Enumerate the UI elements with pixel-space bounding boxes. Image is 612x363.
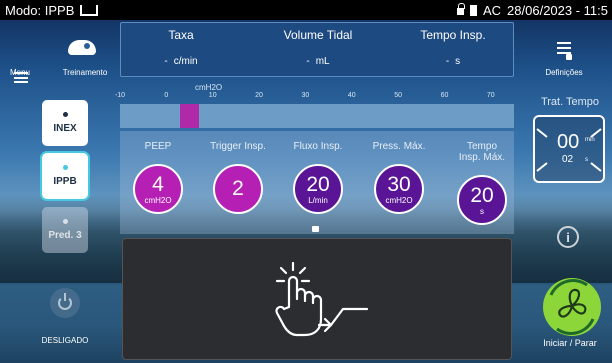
status-bar: Modo: IPPB AC 28/06/2023 - 11:5 (0, 0, 612, 20)
fan-icon (543, 278, 601, 336)
info-button[interactable]: i (557, 226, 579, 248)
scale-tick-label: 10 (208, 92, 217, 99)
mode-button-inex[interactable]: INEX (42, 100, 88, 146)
mode-button-pred3[interactable]: Pred. 3 (42, 207, 88, 253)
parameter-value: 20 (306, 172, 330, 196)
parameter-0: PEEP 4 cmH2O (118, 131, 198, 231)
pressure-scale: -10 0 10 20 30 40 50 60 70 (115, 92, 514, 102)
parameter-value: 30 (387, 172, 411, 196)
gesture-panel[interactable] (122, 238, 512, 360)
scale-tick-label: -10 (114, 92, 126, 99)
info-icon: i (566, 229, 570, 245)
readout-label: Tempo Insp. (420, 28, 486, 42)
parameter-value-button[interactable]: 2 (213, 164, 263, 214)
parameter-3: Press. Máx. 30 cmH2O (359, 131, 439, 231)
parameter-value-button[interactable]: 20 s (457, 175, 507, 225)
readout-rate: Taxa - c/min (121, 23, 241, 67)
menu-label: Menu (9, 68, 30, 77)
lock-icon (456, 3, 465, 15)
parameter-unit: cmH2O (385, 195, 413, 205)
timer-seconds: 02 (562, 154, 574, 165)
power-label: DESLIGADO (41, 336, 89, 345)
menu-button[interactable]: Menu (2, 32, 38, 83)
timer-sec-unit: s (585, 157, 588, 163)
scale-tick-label: 0 (164, 92, 169, 99)
mode-indicator-dot (62, 165, 68, 170)
power-button[interactable] (50, 288, 80, 318)
treatment-timer[interactable]: 00 min 02 s (533, 115, 605, 183)
timer-minutes: 00 (557, 131, 580, 153)
readout-label: Volume Tidal (283, 28, 353, 42)
lock-icon (566, 54, 572, 60)
power-source: AC (482, 2, 502, 18)
tap-hand-icon (275, 261, 369, 337)
parameter-value: 4 (152, 172, 164, 196)
mode-indicator: Modo: IPPB (5, 2, 75, 18)
mode-indicator-dot (62, 219, 68, 224)
readout-value: - (306, 56, 310, 67)
lock-icon (312, 226, 319, 232)
settings-label: Definições (545, 68, 583, 77)
settings-button[interactable] (554, 38, 574, 60)
mode-label: IPPB (53, 176, 77, 187)
readout-value: - (445, 56, 450, 67)
datetime: 28/06/2023 - 11:5 (507, 2, 608, 18)
scale-tick-label: 40 (347, 92, 356, 99)
parameter-value: 20 (470, 183, 494, 207)
parameter-value-button[interactable]: 30 cmH2O (374, 164, 424, 214)
parameter-value-button[interactable]: 20 L/min (293, 164, 343, 214)
readout-panel: Taxa - c/min Volume Tidal - mL Tempo Insp.… (120, 22, 514, 77)
mode-label: INEX (53, 123, 77, 134)
readout-unit: mL (315, 56, 330, 67)
parameter-panel: PEEP 4 cmH2O Trigger Insp. 2 Fluxo Insp. 20 L/m… (120, 131, 514, 234)
start-stop-label: Iniciar / Parar (543, 338, 597, 348)
parameter-unit: L/min (308, 195, 328, 205)
readout-insp-time: Tempo Insp. -s (393, 23, 513, 67)
battery-icon (469, 4, 477, 16)
readout-unit: s (455, 56, 461, 67)
parameter-label: Trigger Insp. (210, 141, 266, 152)
timer-title: Trat. Tempo (540, 96, 600, 108)
training-button[interactable]: Treinamento (54, 32, 116, 78)
slider-line (557, 42, 571, 44)
parameter-label: Fluxo Insp. (293, 141, 343, 152)
mode-indicator-dot (62, 112, 68, 117)
parameter-2: Fluxo Insp. 20 L/min (278, 131, 358, 231)
parameter-unit: s (480, 206, 484, 216)
scale-tick-label: 30 (301, 92, 310, 99)
parameter-unit: cmH2O (144, 195, 172, 205)
readout-unit: c/min (173, 56, 198, 67)
training-icon (68, 40, 96, 55)
pressure-scale-unit: cmH2O (195, 83, 223, 92)
scale-tick-label: 20 (255, 92, 263, 99)
readout-label: Taxa (168, 28, 194, 42)
power-icon (58, 293, 72, 310)
readout-value: - (164, 56, 168, 67)
pressure-bar (120, 104, 514, 128)
parameter-value-button[interactable]: 4 cmH2O (133, 164, 183, 214)
parameter-label: Tempo Insp. Máx. (458, 141, 506, 163)
slider-line (557, 47, 571, 49)
scale-tick-label: 70 (486, 92, 495, 99)
pressure-bar-fill (180, 104, 199, 128)
start-stop-button[interactable] (537, 275, 607, 339)
parameter-4: Tempo Insp. Máx. 20 s (442, 131, 522, 231)
network-icon (80, 4, 99, 16)
readout-tidal-volume: Volume Tidal - mL (258, 23, 378, 67)
parameter-value: 2 (232, 177, 244, 200)
timer-min-unit: min (585, 137, 595, 143)
mode-button-ippb[interactable]: IPPB (42, 153, 88, 199)
training-label: Treinamento (62, 68, 108, 77)
parameter-label: PEEP (144, 141, 172, 152)
parameter-1: Trigger Insp. 2 (198, 131, 278, 231)
parameter-label: Press. Máx. (372, 141, 426, 152)
scale-tick-label: 50 (394, 92, 403, 99)
mode-label: Pred. 3 (48, 230, 82, 241)
scale-tick-label: 60 (440, 92, 449, 99)
